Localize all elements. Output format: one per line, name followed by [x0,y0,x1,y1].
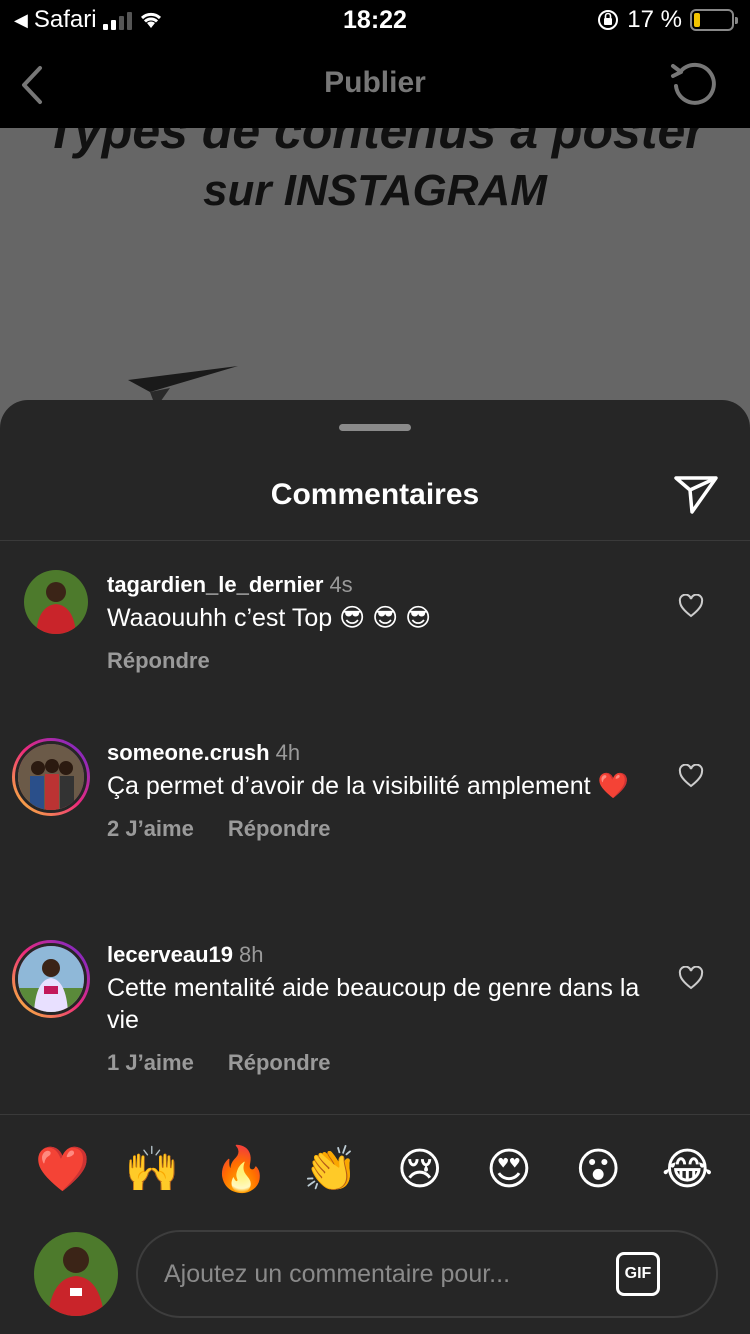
comment-input[interactable] [164,1232,604,1316]
post-title-line1: Types de contenus à poster [45,128,705,159]
orientation-lock-icon [598,10,619,30]
comment-text: Ça permet d’avoir de la visibilité ample… [107,772,629,800]
avatar[interactable] [24,570,88,634]
reaction-laugh[interactable]: 😂 [657,1140,717,1200]
composer-divider [0,1114,750,1115]
reaction-surprised[interactable]: 😮 [568,1140,628,1200]
battery-icon [690,9,738,31]
post-preview: Types de contenus à poster sur INSTAGRAM [0,128,750,428]
reaction-cry[interactable]: 😢 [390,1140,450,1200]
battery-percent: 17 % [627,6,682,33]
likes-count[interactable]: 1 J’aime [107,1050,194,1076]
avatar[interactable] [12,940,90,1018]
page-title: Publier [324,66,426,99]
comment-username[interactable]: someone.crush [107,740,270,765]
quick-reactions: ❤️ 🙌 🔥 👏 😢 😍 😮 😂 [0,1140,750,1200]
comment-username[interactable]: lecerveau19 [107,942,233,967]
gif-button[interactable]: GIF [616,1252,660,1296]
sheet-grabber[interactable] [339,424,411,431]
reaction-heart-eyes[interactable]: 😍 [479,1140,539,1200]
reply-button[interactable]: Répondre [228,1050,331,1076]
reaction-heart[interactable]: ❤️ [33,1140,93,1200]
comment-time: 4h [275,740,301,765]
likes-count[interactable]: 2 J’aime [107,816,194,842]
heart-icon[interactable] [678,594,704,618]
heart-icon[interactable] [678,764,704,788]
comment-text: Waaouuhh c’est Top 😎 😎 😎 [107,604,432,632]
reaction-clap[interactable]: 👏 [300,1140,360,1200]
comment-time: 4s [329,572,353,597]
reply-button[interactable]: Répondre [228,816,331,842]
comment-username[interactable]: tagardien_le_dernier [107,572,323,597]
avatar[interactable] [12,738,90,816]
status-bar: ◀ Safari 18:22 17 % [0,0,750,42]
reaction-fire[interactable]: 🔥 [211,1140,271,1200]
composer-avatar [34,1232,118,1316]
refresh-icon[interactable] [668,58,720,110]
reaction-raised-hands[interactable]: 🙌 [122,1140,182,1200]
sheet-title: Commentaires [270,478,480,511]
send-icon[interactable] [672,472,720,516]
comment-text: Cette mentalité aide beaucoup de genre d… [107,974,640,1034]
heart-icon[interactable] [678,966,704,990]
post-title-line2: sur INSTAGRAM [203,166,547,215]
header-divider [0,540,750,541]
comment-time: 8h [239,942,264,967]
reply-button[interactable]: Répondre [107,648,210,674]
nav-bar: Publier [0,42,750,128]
comment-composer: GIF [136,1230,718,1318]
